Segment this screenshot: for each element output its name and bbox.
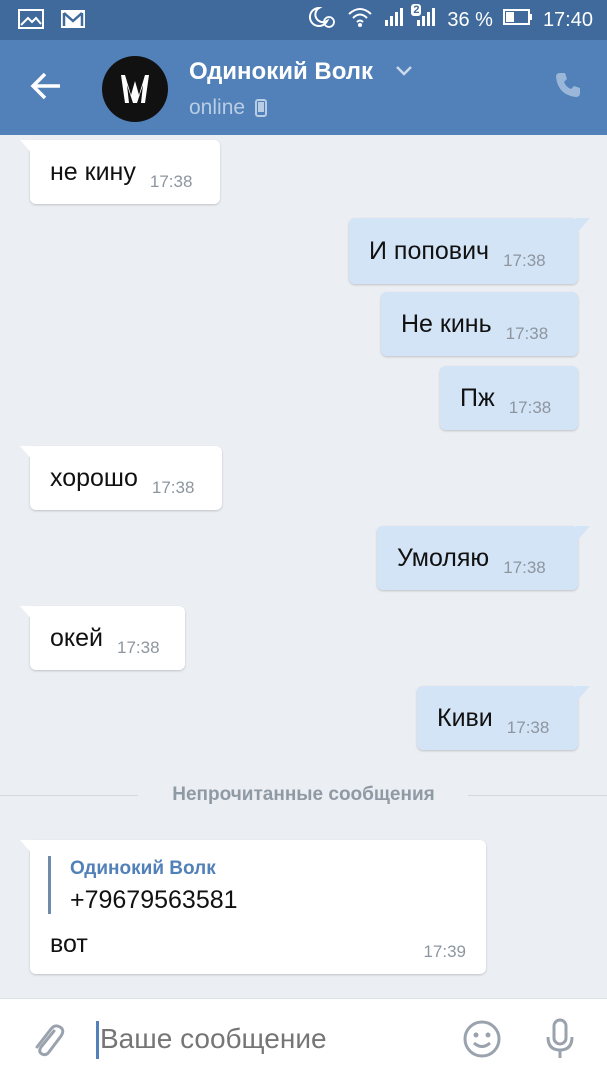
message-text: Пж xyxy=(460,383,495,412)
quote-bar xyxy=(48,856,51,914)
status-text: online xyxy=(189,96,246,119)
call-button[interactable] xyxy=(553,70,583,105)
attach-button[interactable] xyxy=(30,1021,66,1066)
message-text: хорошо xyxy=(50,463,138,492)
message-text: И попович xyxy=(369,236,490,265)
battery-percent: 36 % xyxy=(447,8,493,31)
message-incoming[interactable]: хорошо 17:38 xyxy=(20,446,222,510)
message-text: Не кинь xyxy=(401,309,492,338)
gallery-notification-icon xyxy=(18,8,44,35)
message-time: 17:38 xyxy=(508,398,552,417)
chevron-down-icon[interactable] xyxy=(395,64,413,82)
emoji-button[interactable] xyxy=(462,1019,502,1064)
battery-icon xyxy=(502,8,533,32)
message-time: 17:38 xyxy=(506,718,550,737)
message-time: 17:39 xyxy=(423,942,466,961)
text-cursor xyxy=(96,1021,99,1059)
message-input[interactable] xyxy=(100,1023,440,1055)
logo-icon xyxy=(121,75,149,103)
message-incoming[interactable]: не кину 17:38 xyxy=(20,140,220,204)
message-outgoing[interactable]: Не кинь 17:38 xyxy=(381,292,578,356)
signal-icon-1 xyxy=(383,6,405,34)
unread-divider: Непрочитанные сообщения xyxy=(0,780,607,810)
message-outgoing[interactable]: Умоляю 17:38 xyxy=(377,526,590,590)
message-incoming[interactable]: окей 17:38 xyxy=(20,606,185,670)
message-time: 17:38 xyxy=(503,558,546,577)
message-time: 17:38 xyxy=(505,324,549,343)
forward-text: +79679563581 xyxy=(70,886,238,914)
message-time: 17:38 xyxy=(151,478,195,497)
voice-message-button[interactable] xyxy=(542,1017,578,1066)
message-text: не кину xyxy=(50,157,136,186)
chat-header: Одинокий Волк online xyxy=(0,40,607,135)
microphone-icon xyxy=(546,1018,574,1058)
message-time: 17:38 xyxy=(149,172,193,191)
forward-author[interactable]: Одинокий Волк xyxy=(70,858,216,880)
message-text: Умоляю xyxy=(397,543,490,572)
sim-badge: 2 xyxy=(411,4,422,16)
chat-title[interactable]: Одинокий Волк xyxy=(189,58,373,86)
message-text: вот xyxy=(50,930,88,958)
signal-icon-2: 2 xyxy=(411,4,437,34)
message-with-forward[interactable]: Одинокий Волк +79679563581 вот 17:39 xyxy=(20,840,486,974)
back-button[interactable] xyxy=(28,68,68,108)
message-outgoing[interactable]: Пж 17:38 xyxy=(440,366,578,430)
divider-line-right xyxy=(468,795,607,796)
online-status: online xyxy=(189,96,268,120)
message-time: 17:38 xyxy=(117,638,160,657)
message-text: окей xyxy=(50,623,103,652)
do-not-disturb-alarm-icon xyxy=(307,5,337,35)
mail-notification-icon xyxy=(60,8,86,35)
message-text: Киви xyxy=(437,703,493,732)
status-bar: 2 36 % 17:40 xyxy=(0,0,607,40)
paperclip-icon xyxy=(35,1024,65,1057)
arrow-back-icon xyxy=(30,72,60,100)
avatar[interactable] xyxy=(102,56,168,122)
clock: 17:40 xyxy=(542,8,593,31)
message-time: 17:38 xyxy=(503,251,546,270)
mobile-device-icon xyxy=(255,99,268,117)
wifi-icon xyxy=(347,6,373,34)
message-outgoing[interactable]: И попович 17:38 xyxy=(349,218,590,284)
phone-icon xyxy=(556,73,580,97)
smiley-icon xyxy=(463,1020,501,1058)
message-outgoing[interactable]: Киви 17:38 xyxy=(417,686,590,750)
message-composer xyxy=(0,998,607,1080)
